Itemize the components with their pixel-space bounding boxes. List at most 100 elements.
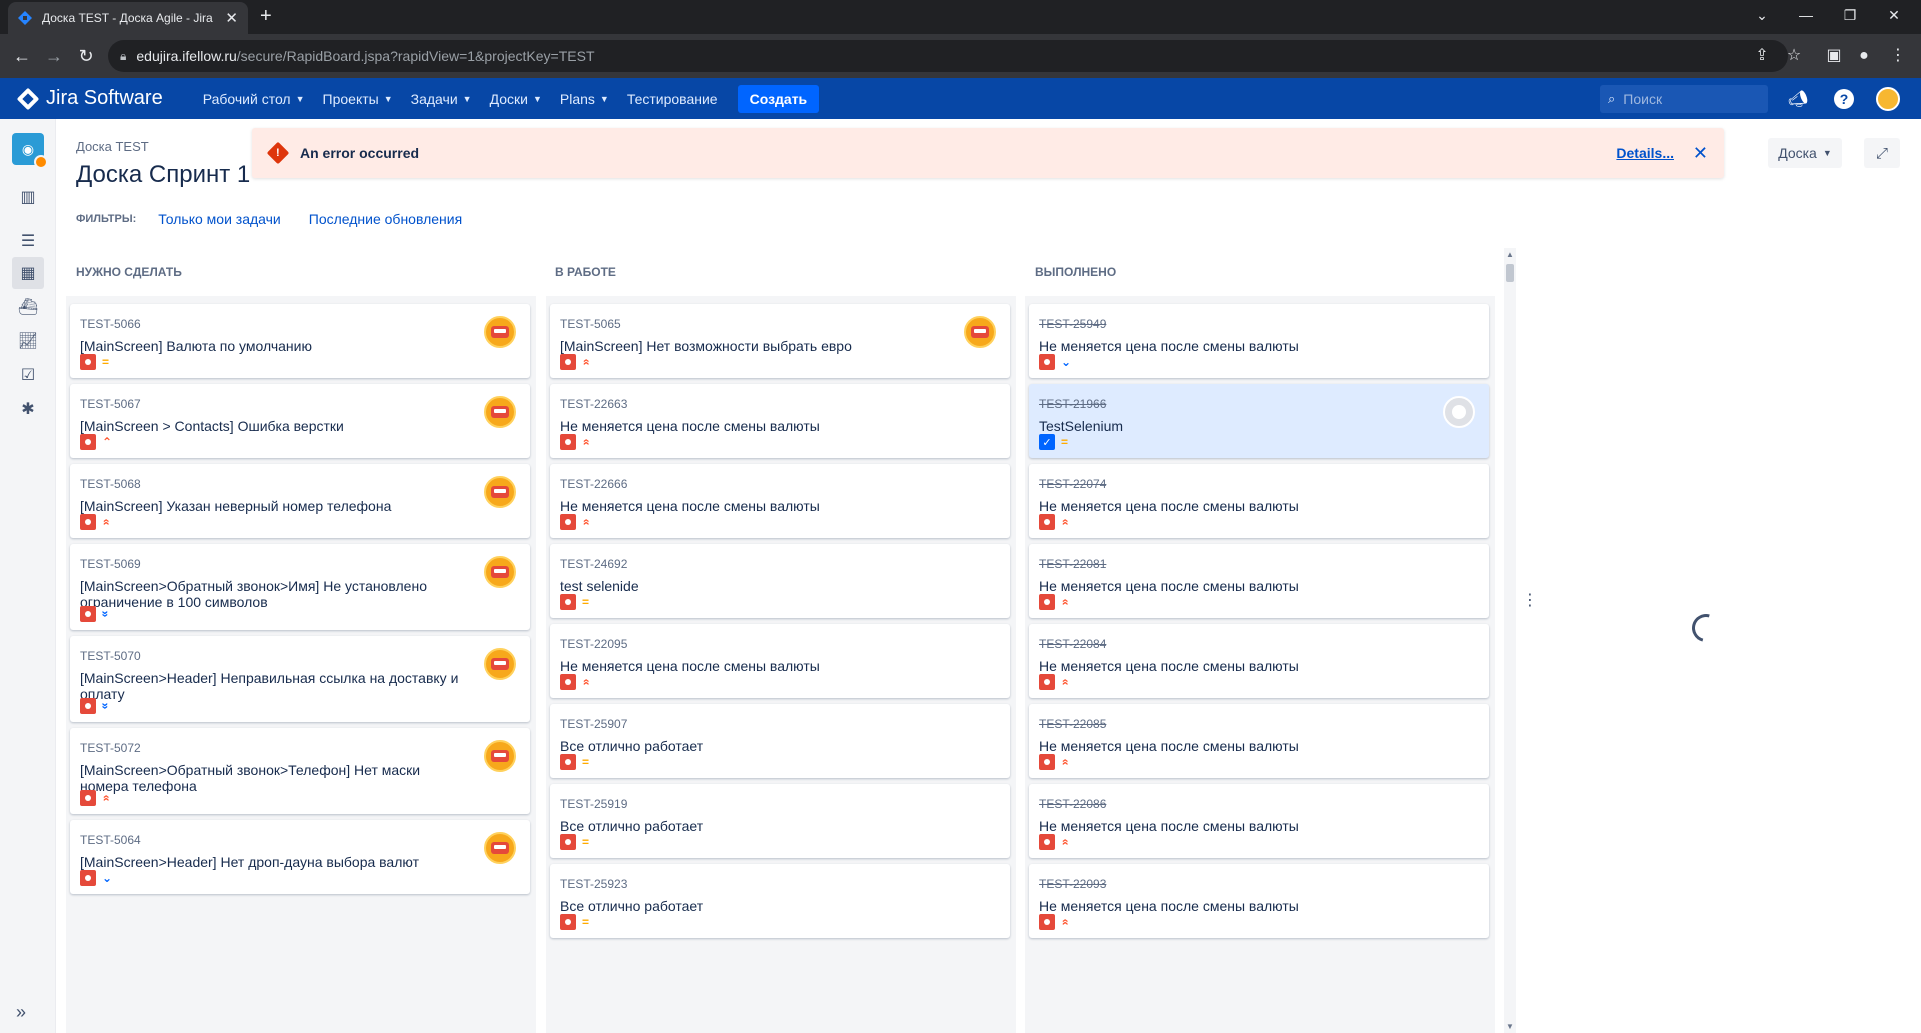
issue-key[interactable]: TEST-5064 bbox=[80, 833, 141, 847]
issue-card[interactable]: TEST-22093 Не меняется цена после смены в… bbox=[1029, 864, 1489, 938]
issue-card[interactable]: TEST-25949 Не меняется цена после смены в… bbox=[1029, 304, 1489, 378]
backlog-icon[interactable]: ☰ bbox=[12, 225, 44, 257]
scroll-down-icon[interactable]: ▼ bbox=[1506, 1022, 1514, 1031]
issue-key[interactable]: TEST-22093 bbox=[1039, 877, 1106, 891]
issue-key[interactable]: TEST-5066 bbox=[80, 317, 141, 331]
menu-item-1[interactable]: Проекты ▼ bbox=[323, 91, 393, 107]
close-flag-icon[interactable]: ✕ bbox=[1693, 143, 1708, 164]
filter-recent-updates[interactable]: Последние обновления bbox=[309, 211, 462, 227]
project-avatar[interactable]: ◉ bbox=[12, 133, 48, 169]
issue-card[interactable]: TEST-22666 Не меняется цена после смены в… bbox=[550, 464, 1010, 538]
share-icon[interactable]: ⇪ bbox=[1750, 44, 1774, 68]
reload-icon[interactable]: ↻ bbox=[74, 44, 98, 68]
assignee-avatar[interactable] bbox=[484, 316, 516, 348]
new-tab-icon[interactable]: + bbox=[260, 5, 272, 27]
issue-card[interactable]: TEST-25907 Все отлично работает = bbox=[550, 704, 1010, 778]
issue-key[interactable]: TEST-22074 bbox=[1039, 477, 1106, 491]
forward-icon[interactable]: → bbox=[42, 44, 66, 68]
tests-icon[interactable]: ☑ bbox=[12, 359, 44, 391]
assignee-avatar[interactable] bbox=[484, 396, 516, 428]
board-dropdown-button[interactable]: Доска ▼ bbox=[1768, 138, 1842, 168]
user-avatar[interactable] bbox=[1876, 87, 1900, 111]
board-icon[interactable]: ▦ bbox=[12, 257, 44, 289]
issue-card[interactable]: TEST-22663 Не меняется цена после смены в… bbox=[550, 384, 1010, 458]
profile-icon[interactable]: ● bbox=[1852, 44, 1876, 68]
issue-card[interactable]: TEST-22084 Не меняется цена после смены в… bbox=[1029, 624, 1489, 698]
menu-item-2[interactable]: Задачи ▼ bbox=[411, 91, 472, 107]
announcement-icon[interactable]: 📣︎ bbox=[1786, 87, 1810, 111]
issue-key[interactable]: TEST-22666 bbox=[560, 477, 627, 491]
issue-key[interactable]: TEST-5072 bbox=[80, 741, 141, 755]
assignee-avatar[interactable] bbox=[484, 832, 516, 864]
back-icon[interactable]: ← bbox=[10, 44, 34, 68]
issue-card[interactable]: TEST-24692 test selenide = bbox=[550, 544, 1010, 618]
issue-key[interactable]: TEST-5070 bbox=[80, 649, 141, 663]
board-scrollbar[interactable]: ▲ ▼ bbox=[1504, 248, 1516, 1033]
issue-card[interactable]: TEST-25919 Все отлично работает = bbox=[550, 784, 1010, 858]
close-window-icon[interactable]: ✕ bbox=[1868, 0, 1920, 30]
releases-icon[interactable]: ⛴ bbox=[12, 291, 44, 323]
menu-item-0[interactable]: Рабочий стол ▼ bbox=[203, 91, 305, 107]
unassigned-avatar[interactable] bbox=[1443, 396, 1475, 428]
assignee-avatar[interactable] bbox=[964, 316, 996, 348]
search-input[interactable]: ⌕ Поиск bbox=[1600, 85, 1768, 113]
assignee-avatar[interactable] bbox=[484, 556, 516, 588]
issue-card[interactable]: TEST-22095 Не меняется цена после смены в… bbox=[550, 624, 1010, 698]
close-tab-icon[interactable]: ✕ bbox=[225, 9, 238, 27]
issue-key[interactable]: TEST-22663 bbox=[560, 397, 627, 411]
issue-card[interactable]: TEST-5065 [MainScreen] Нет возможности вы… bbox=[550, 304, 1010, 378]
browser-menu-icon[interactable]: ⋮ bbox=[1886, 44, 1910, 68]
menu-item-4[interactable]: Plans ▼ bbox=[560, 91, 609, 107]
issue-key[interactable]: TEST-25949 bbox=[1039, 317, 1106, 331]
issue-card[interactable]: TEST-5069 [MainScreen>Обратный звонок>Имя… bbox=[70, 544, 530, 630]
reports-icon[interactable]: 📈︎ bbox=[12, 325, 44, 357]
filter-my-issues[interactable]: Только мои задачи bbox=[158, 211, 280, 227]
side-panel-icon[interactable]: ▣ bbox=[1822, 44, 1846, 68]
create-button[interactable]: Создать bbox=[737, 84, 820, 113]
issue-key[interactable]: TEST-21966 bbox=[1039, 397, 1106, 411]
scroll-up-icon[interactable]: ▲ bbox=[1506, 250, 1514, 259]
issue-card[interactable]: TEST-22086 Не меняется цена после смены в… bbox=[1029, 784, 1489, 858]
issue-key[interactable]: TEST-25923 bbox=[560, 877, 627, 891]
issue-key[interactable]: TEST-25919 bbox=[560, 797, 627, 811]
breadcrumb[interactable]: Доска TEST bbox=[76, 139, 149, 154]
issue-card[interactable]: TEST-5066 [MainScreen] Валюта по умолчани… bbox=[70, 304, 530, 378]
issue-card[interactable]: TEST-22081 Не меняется цена после смены в… bbox=[1029, 544, 1489, 618]
issue-card[interactable]: TEST-5070 [MainScreen>Header] Неправильна… bbox=[70, 636, 530, 722]
bookmark-star-icon[interactable]: ☆ bbox=[1782, 44, 1806, 68]
browser-tab[interactable]: Доска TEST - Доска Agile - Jira ✕ bbox=[8, 2, 248, 34]
jira-logo[interactable]: Jira Software bbox=[16, 87, 163, 110]
issue-key[interactable]: TEST-22081 bbox=[1039, 557, 1106, 571]
resize-handle-icon[interactable]: ⋮ bbox=[1522, 590, 1538, 610]
assignee-avatar[interactable] bbox=[484, 648, 516, 680]
issue-key[interactable]: TEST-22095 bbox=[560, 637, 627, 651]
issue-card[interactable]: TEST-5067 [MainScreen > Contacts] Ошибка … bbox=[70, 384, 530, 458]
assignee-avatar[interactable] bbox=[484, 476, 516, 508]
roadmap-icon[interactable]: ▥ bbox=[12, 181, 44, 213]
address-bar[interactable]: 🔒︎ edujira.ifellow.ru/secure/RapidBoard.… bbox=[108, 40, 1788, 72]
issue-key[interactable]: TEST-25907 bbox=[560, 717, 627, 731]
issue-key[interactable]: TEST-5069 bbox=[80, 557, 141, 571]
issue-card[interactable]: TEST-22074 Не меняется цена после смены в… bbox=[1029, 464, 1489, 538]
issue-card[interactable]: TEST-22085 Не меняется цена после смены в… bbox=[1029, 704, 1489, 778]
menu-item-3[interactable]: Доски ▼ bbox=[490, 91, 542, 107]
scroll-thumb[interactable] bbox=[1506, 264, 1514, 282]
addons-icon[interactable]: ✱ bbox=[12, 393, 44, 425]
issue-card[interactable]: TEST-21966 TestSelenium ✓ = bbox=[1029, 384, 1489, 458]
issue-key[interactable]: TEST-5068 bbox=[80, 477, 141, 491]
issue-key[interactable]: TEST-22086 bbox=[1039, 797, 1106, 811]
expand-sidebar-icon[interactable]: » bbox=[16, 1002, 26, 1023]
issue-key[interactable]: TEST-22084 bbox=[1039, 637, 1106, 651]
menu-item-5[interactable]: Тестирование bbox=[627, 91, 718, 107]
assignee-avatar[interactable] bbox=[484, 740, 516, 772]
issue-card[interactable]: TEST-25923 Все отлично работает = bbox=[550, 864, 1010, 938]
help-icon[interactable]: ? bbox=[1832, 87, 1856, 111]
error-details-link[interactable]: Details... bbox=[1616, 145, 1674, 161]
fullscreen-button[interactable]: ⤢ bbox=[1864, 138, 1900, 168]
issue-key[interactable]: TEST-22085 bbox=[1039, 717, 1106, 731]
issue-key[interactable]: TEST-5065 bbox=[560, 317, 621, 331]
issue-card[interactable]: TEST-5064 [MainScreen>Header] Нет дроп-да… bbox=[70, 820, 530, 894]
issue-card[interactable]: TEST-5072 [MainScreen>Обратный звонок>Тел… bbox=[70, 728, 530, 814]
issue-card[interactable]: TEST-5068 [MainScreen] Указан неверный но… bbox=[70, 464, 530, 538]
issue-key[interactable]: TEST-24692 bbox=[560, 557, 627, 571]
